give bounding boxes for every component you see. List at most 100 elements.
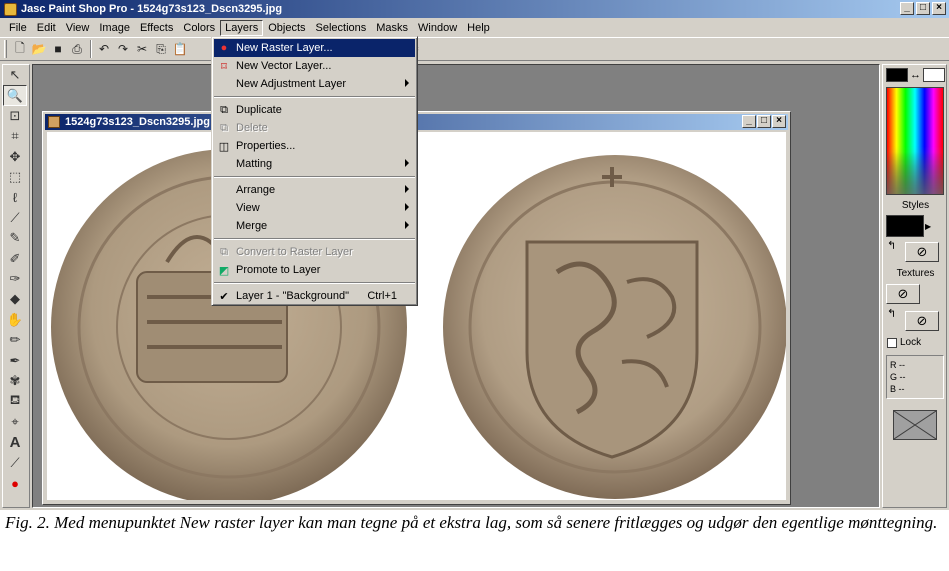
menu-separator [214, 93, 415, 101]
toolbar-separator [90, 40, 92, 58]
menu-item-convert-to-raster[interactable]: ⧉ Convert to Raster Layer [214, 243, 415, 261]
background-style-null-button[interactable]: ⊘ [905, 242, 939, 262]
menu-item-promote-to-layer[interactable]: ◩ Promote to Layer [214, 261, 415, 279]
menu-masks[interactable]: Masks [371, 20, 413, 36]
undo-icon[interactable]: ↶ [95, 40, 113, 58]
paste-icon[interactable]: 📋 [171, 40, 189, 58]
print-icon[interactable]: ⎙ [68, 40, 86, 58]
lock-label: Lock [900, 337, 922, 348]
submenu-arrow-icon [405, 159, 409, 167]
duplicate-icon: ⧉ [220, 103, 228, 116]
menu-item-view[interactable]: View [214, 199, 415, 217]
submenu-arrow-icon [405, 221, 409, 229]
menu-edit[interactable]: Edit [32, 20, 61, 36]
minimize-button[interactable]: _ [900, 2, 914, 15]
menu-window[interactable]: Window [413, 20, 462, 36]
menu-effects[interactable]: Effects [135, 20, 178, 36]
main-toolbar: 🗋 📂 ■ ⎙ ↶ ↷ ✂ ⎘ 📋 ? ⚙ [0, 37, 949, 61]
menu-item-merge[interactable]: Merge [214, 217, 415, 235]
color-replacer-icon[interactable]: ✑ [3, 269, 27, 289]
color-spectrum-picker[interactable] [886, 87, 944, 195]
background-color-swatch[interactable] [923, 68, 945, 82]
menu-item-new-vector-layer[interactable]: ⌑ New Vector Layer... [214, 57, 415, 75]
deform-tool-icon[interactable]: ⊡ [3, 106, 27, 126]
selection-tool-icon[interactable]: ⬚ [3, 167, 27, 187]
menu-objects[interactable]: Objects [263, 20, 310, 36]
textures-label: Textures [896, 268, 935, 279]
text-tool-icon[interactable]: A [3, 432, 27, 452]
convert-icon: ⧉ [220, 245, 228, 258]
doc-close-button[interactable]: × [772, 115, 786, 128]
paint-shop-pro-window: Jasc Paint Shop Pro - 1524g73s123_Dscn32… [0, 0, 949, 510]
airbrush-tool-icon[interactable]: ✾ [3, 371, 27, 391]
delete-icon: ⧉ [220, 121, 228, 134]
properties-icon: ◫ [218, 140, 230, 153]
menu-item-duplicate[interactable]: ⧉ Duplicate [214, 101, 415, 119]
menu-item-new-raster-layer[interactable]: ● New Raster Layer... [214, 39, 415, 57]
red-readout: R -- [890, 360, 905, 370]
submenu-arrow-icon [405, 79, 409, 87]
menu-separator [214, 235, 415, 243]
crop-tool-icon[interactable]: ⌗ [3, 126, 27, 146]
draw-tool-icon[interactable]: ⟋ [3, 452, 27, 472]
lock-checkbox[interactable] [887, 337, 897, 348]
menu-help[interactable]: Help [462, 20, 495, 36]
open-folder-icon[interactable]: 📂 [30, 40, 48, 58]
style-dropdown-icon[interactable]: ▶ [925, 215, 935, 237]
menu-selections[interactable]: Selections [311, 20, 372, 36]
menu-item-matting[interactable]: Matting [214, 155, 415, 173]
dropper-tool-icon[interactable]: ⟋ [3, 208, 27, 228]
green-readout: G -- [890, 372, 906, 382]
menu-file[interactable]: File [4, 20, 32, 36]
background-texture-null-button[interactable]: ⊘ [905, 311, 939, 331]
swap-textures-icon[interactable]: ↰ [887, 307, 896, 320]
foreground-texture-null-button[interactable]: ⊘ [886, 284, 920, 304]
menu-colors[interactable]: Colors [178, 20, 220, 36]
doc-maximize-button[interactable]: □ [757, 115, 771, 128]
menu-layers[interactable]: Layers [220, 19, 264, 36]
new-file-icon[interactable]: 🗋 [11, 40, 29, 58]
toolbar-grip[interactable] [4, 40, 7, 58]
foreground-style-box[interactable] [886, 215, 924, 237]
menu-item-layer-1-background[interactable]: ✔ Layer 1 - "Background" Ctrl+1 [214, 287, 415, 305]
clone-brush-icon[interactable]: ✐ [3, 249, 27, 269]
menu-image[interactable]: Image [94, 20, 135, 36]
preset-shapes-icon[interactable]: ● [3, 473, 27, 493]
window-title: Jasc Paint Shop Pro - 1524g73s123_Dscn32… [21, 3, 283, 15]
cut-icon[interactable]: ✂ [133, 40, 151, 58]
zoom-tool-icon[interactable]: 🔍 [3, 85, 27, 106]
null-texture-icon: ⊘ [897, 286, 909, 301]
lock-option[interactable]: Lock [887, 337, 921, 348]
menu-item-new-adjustment-layer[interactable]: New Adjustment Layer [214, 75, 415, 93]
paintbrush-tool-icon[interactable]: ✎ [3, 228, 27, 248]
maximize-button[interactable]: □ [916, 2, 930, 15]
move-tool-icon[interactable]: ✥ [3, 147, 27, 167]
retouch-tool-icon[interactable]: ◆ [3, 289, 27, 309]
eraser-tool-icon[interactable]: ✏ [3, 330, 27, 350]
picture-tube-icon[interactable]: ✒ [3, 350, 27, 370]
null-texture-icon: ⊘ [916, 313, 928, 328]
doc-minimize-button[interactable]: _ [742, 115, 756, 128]
swap-colors-icon[interactable]: ↔ [910, 69, 921, 81]
foreground-color-swatch[interactable] [886, 68, 908, 82]
menu-item-delete[interactable]: ⧉ Delete [214, 119, 415, 137]
menu-item-arrange[interactable]: Arrange [214, 181, 415, 199]
swap-styles-icon[interactable]: ↰ [887, 239, 896, 252]
color-preview-box [893, 410, 937, 440]
scratch-remover-icon[interactable]: ✋ [3, 310, 27, 330]
rgb-readout: R -- G -- B -- [886, 355, 944, 399]
pen-tool-icon[interactable]: ⌖ [3, 412, 27, 432]
color-palette: ↔ Styles ▶ ↰ ⊘ Textures ⊘ ↰ ⊘ Lock R -- … [882, 64, 947, 508]
arrow-tool-icon[interactable]: ↖ [3, 65, 27, 85]
close-button[interactable]: × [932, 2, 946, 15]
menu-item-properties[interactable]: ◫ Properties... [214, 137, 415, 155]
vector-layer-icon: ⌑ [221, 60, 227, 73]
freehand-selection-icon[interactable]: ℓ [3, 187, 27, 207]
save-icon[interactable]: ■ [49, 40, 67, 58]
copy-icon[interactable]: ⎘ [152, 40, 170, 58]
flood-fill-icon[interactable]: ⛾ [3, 391, 27, 411]
menu-view[interactable]: View [61, 20, 95, 36]
submenu-arrow-icon [405, 185, 409, 193]
redo-icon[interactable]: ↷ [114, 40, 132, 58]
coin-reverse [443, 155, 786, 499]
